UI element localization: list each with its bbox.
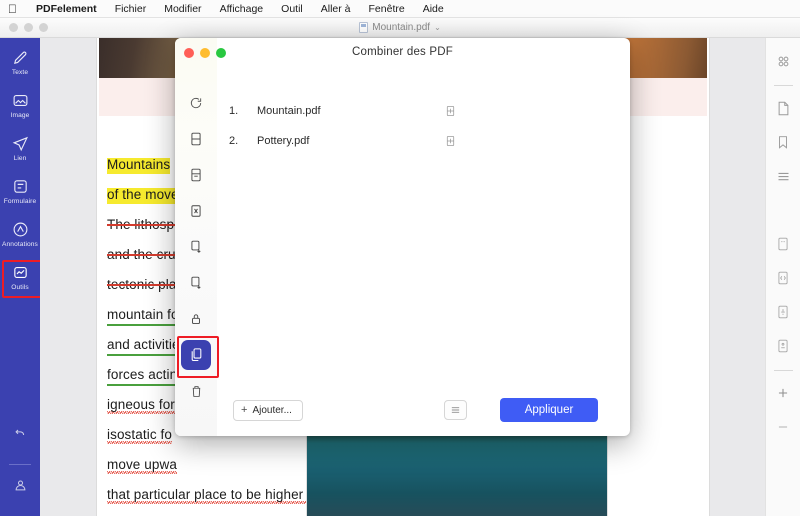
tools-icon [12, 263, 29, 282]
dialog-minimize-button[interactable] [200, 48, 210, 58]
plus-icon: + [241, 403, 248, 416]
window-title-bar: Mountain.pdf ⌄ [0, 18, 800, 38]
list-item[interactable]: 1. Mountain.pdf [217, 96, 462, 126]
sidebar-item-texte[interactable]: Texte [1, 46, 39, 78]
menu-item-affichage[interactable]: Affichage [211, 0, 273, 18]
add-file-button[interactable]: + Ajouter... [233, 399, 303, 421]
apple-logo-icon[interactable]:  [8, 3, 17, 15]
sidebar-label-texte: Texte [11, 69, 29, 76]
form-icon [12, 177, 29, 196]
chevron-down-icon[interactable]: ⌄ [434, 23, 441, 32]
sidebar-bottom-group [1, 421, 39, 516]
account-icon [13, 476, 28, 495]
delete-page-icon[interactable] [181, 196, 211, 226]
trash-icon[interactable] [181, 376, 211, 406]
sidebar-item-outils[interactable]: Outils [1, 260, 42, 298]
split-page-icon[interactable] [181, 124, 211, 154]
sidebar-divider [9, 464, 31, 465]
document-icon [359, 22, 369, 33]
document-title-text: Mountain.pdf [372, 22, 431, 33]
rail-divider-2 [773, 370, 793, 371]
menu-item-aide[interactable]: Aide [414, 0, 453, 18]
bookmark-icon[interactable] [770, 129, 796, 155]
sidebar-item-account[interactable] [1, 474, 39, 497]
image-icon [12, 91, 29, 110]
combine-pdf-dialog: Combiner des PDF 1. Mountain.pdf 2. Pott… [175, 38, 630, 436]
undo-icon [13, 423, 28, 442]
page-icon[interactable] [770, 95, 796, 121]
left-sidebar: Texte Image Lien Formulaire Annotations [0, 38, 42, 516]
rail-divider [773, 85, 793, 86]
menu-item-app-name[interactable]: PDFelement [27, 0, 106, 18]
page-detail-icon[interactable] [770, 333, 796, 359]
right-sidebar [765, 38, 800, 516]
page-label-icon[interactable] [770, 231, 796, 257]
link-send-icon [12, 134, 29, 153]
add-file-label: Ajouter... [252, 404, 292, 416]
dialog-tool-rail [175, 38, 219, 436]
page-range-icon[interactable] [436, 135, 462, 147]
zoom-in-icon[interactable] [770, 380, 796, 406]
add-page-icon[interactable] [181, 268, 211, 298]
sidebar-label-outils: Outils [11, 284, 29, 291]
file-list: 1. Mountain.pdf 2. Pottery.pdf [217, 96, 462, 156]
list-item[interactable]: 2. Pottery.pdf [217, 126, 462, 156]
apply-button[interactable]: Appliquer [500, 398, 598, 422]
sidebar-label-lien: Lien [13, 155, 27, 162]
dialog-traffic-lights [175, 48, 226, 58]
sidebar-item-annotations[interactable]: Annotations [1, 218, 39, 250]
sidebar-item-lien[interactable]: Lien [1, 132, 39, 164]
menu-item-outil[interactable]: Outil [272, 0, 312, 18]
file-index: 1. [229, 105, 239, 117]
annotation-icon [12, 220, 29, 239]
dialog-header: Combiner des PDF [175, 38, 630, 68]
menu-item-modifier[interactable]: Modifier [155, 0, 210, 18]
extract-page-icon[interactable] [181, 160, 211, 190]
dialog-footer: + Ajouter... Appliquer [217, 384, 630, 436]
dialog-close-button[interactable] [184, 48, 194, 58]
app-window:  PDFelement Fichier Modifier Affichage … [0, 0, 800, 516]
dialog-zoom-button[interactable] [216, 48, 226, 58]
zoom-out-icon[interactable] [770, 414, 796, 440]
dialog-title: Combiner des PDF [352, 46, 453, 58]
sidebar-label-annotations: Annotations [2, 241, 38, 248]
sidebar-label-image: Image [10, 112, 30, 119]
list-view-icon[interactable] [444, 400, 467, 420]
rotate-icon[interactable] [181, 88, 211, 118]
sidebar-item-undo[interactable] [1, 421, 39, 444]
thumbnail-grid-icon[interactable] [770, 48, 796, 74]
file-name: Pottery.pdf [257, 135, 310, 147]
crop-icon[interactable] [181, 304, 211, 334]
menu-item-fenetre[interactable]: Fenêtre [360, 0, 414, 18]
page-box-icon[interactable] [770, 265, 796, 291]
menu-item-aller-a[interactable]: Aller à [312, 0, 360, 18]
menu-item-fichier[interactable]: Fichier [106, 0, 156, 18]
menu-bar:  PDFelement Fichier Modifier Affichage … [0, 0, 800, 18]
file-index: 2. [229, 135, 239, 147]
sidebar-label-formulaire: Formulaire [3, 198, 37, 205]
document-title: Mountain.pdf ⌄ [0, 22, 800, 33]
sidebar-item-formulaire[interactable]: Formulaire [1, 175, 39, 207]
sidebar-item-image[interactable]: Image [1, 89, 39, 121]
page-split-icon[interactable] [770, 299, 796, 325]
insert-page-icon[interactable] [181, 232, 211, 262]
combine-pdf-icon[interactable] [177, 336, 219, 378]
outline-list-icon[interactable] [770, 163, 796, 189]
page-range-icon[interactable] [436, 105, 462, 117]
file-name: Mountain.pdf [257, 105, 321, 117]
pen-icon [12, 48, 29, 67]
